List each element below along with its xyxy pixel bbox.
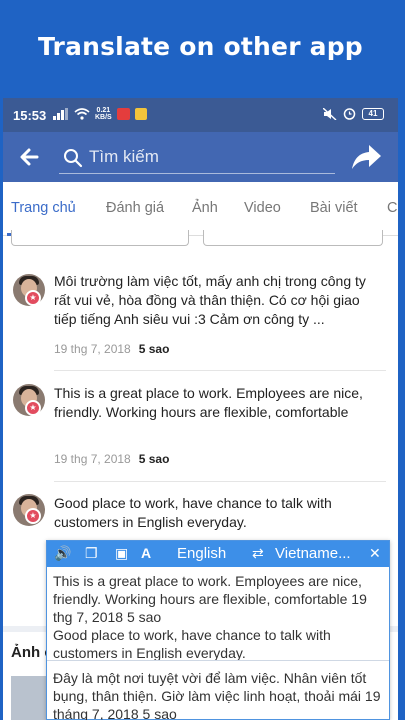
action-button-right[interactable] xyxy=(203,230,383,246)
divider xyxy=(54,481,386,482)
speed-unit: KB/S xyxy=(95,114,112,121)
tab-more[interactable]: C xyxy=(387,200,397,216)
status-time: 15:53 xyxy=(13,108,47,123)
app-navbar xyxy=(3,132,398,182)
share-arrow-icon[interactable] xyxy=(351,142,383,172)
review-rating: 5 sao xyxy=(138,342,170,356)
review-meta: 19 thg 7, 2018 5 sao xyxy=(54,452,169,466)
star-badge-icon: ★ xyxy=(25,290,41,306)
review-text: This is a great place to work. Employees… xyxy=(54,385,363,420)
status-icons-right: 41 xyxy=(323,107,384,120)
notification-image-icon xyxy=(134,108,147,120)
review-rating: 5 sao xyxy=(138,452,170,466)
back-arrow-icon[interactable] xyxy=(15,142,45,172)
source-language-select[interactable]: English xyxy=(177,545,226,562)
status-icons-left: 0.21 KB/S xyxy=(53,107,147,121)
source-text-2: Good place to work, have chance to talk … xyxy=(53,627,331,661)
review-text: Môi trường làm việc tốt, mấy anh chị tro… xyxy=(54,273,366,327)
review-meta: 19 thg 7, 2018 5 sao xyxy=(54,342,169,356)
review-date: 19 thg 7, 2018 xyxy=(54,452,131,466)
status-bar: 15:53 0.21 KB/S 41 xyxy=(3,98,398,132)
speaker-icon[interactable]: 🔊 xyxy=(54,545,71,562)
star-badge-icon: ★ xyxy=(25,508,41,524)
search-icon xyxy=(64,149,83,168)
tab-videos[interactable]: Video xyxy=(244,200,281,216)
mute-icon xyxy=(323,107,337,120)
wifi-icon xyxy=(74,108,90,120)
network-speed: 0.21 KB/S xyxy=(95,107,112,121)
promo-banner: Translate on other app xyxy=(0,0,405,98)
close-icon[interactable]: ✕ xyxy=(369,545,381,562)
tab-photos[interactable]: Ảnh xyxy=(192,200,218,216)
search-input[interactable] xyxy=(89,146,329,168)
tab-reviews[interactable]: Đánh giá xyxy=(106,200,164,216)
signal-icon xyxy=(53,108,68,120)
photo-thumbnail[interactable] xyxy=(11,676,51,720)
divider xyxy=(54,370,386,371)
swap-languages-icon[interactable]: ⇄ xyxy=(252,545,264,562)
review-date: 19 thg 7, 2018 xyxy=(54,342,131,356)
source-text-1: This is a great place to work. Employees… xyxy=(53,573,367,625)
translate-icon[interactable]: ▣ xyxy=(115,545,128,562)
speed-value: 0.21 xyxy=(96,107,111,114)
notification-app-icon xyxy=(116,108,130,120)
alarm-icon xyxy=(343,108,356,120)
font-size-icon[interactable]: A xyxy=(141,545,151,561)
copy-icon[interactable]: ❐ xyxy=(85,545,98,562)
tab-posts[interactable]: Bài viết xyxy=(310,200,358,216)
source-text-panel[interactable]: This is a great place to work. Employees… xyxy=(47,567,389,661)
target-language-select[interactable]: Vietname... xyxy=(275,545,351,562)
star-badge-icon: ★ xyxy=(25,400,41,416)
tab-bar: Trang chủ Đánh giá Ảnh Video Bài viết C xyxy=(3,182,398,236)
translated-text-panel[interactable]: Đây là một nơi tuyệt vời để làm việc. Nh… xyxy=(47,664,389,720)
search-box[interactable] xyxy=(59,140,335,174)
action-button-left[interactable] xyxy=(11,230,189,246)
translator-popup: 🔊 ❐ ▣ A English ⇄ Vietname... ✕ This is … xyxy=(46,540,390,720)
battery-icon: 41 xyxy=(362,107,384,120)
banner-title: Translate on other app xyxy=(38,32,363,61)
review-text: Good place to work, have chance to talk … xyxy=(54,495,332,530)
translated-text: Đây là một nơi tuyệt vời để làm việc. Nh… xyxy=(53,670,381,720)
translator-toolbar: 🔊 ❐ ▣ A English ⇄ Vietname... ✕ xyxy=(47,541,389,567)
tab-home[interactable]: Trang chủ xyxy=(11,200,76,216)
